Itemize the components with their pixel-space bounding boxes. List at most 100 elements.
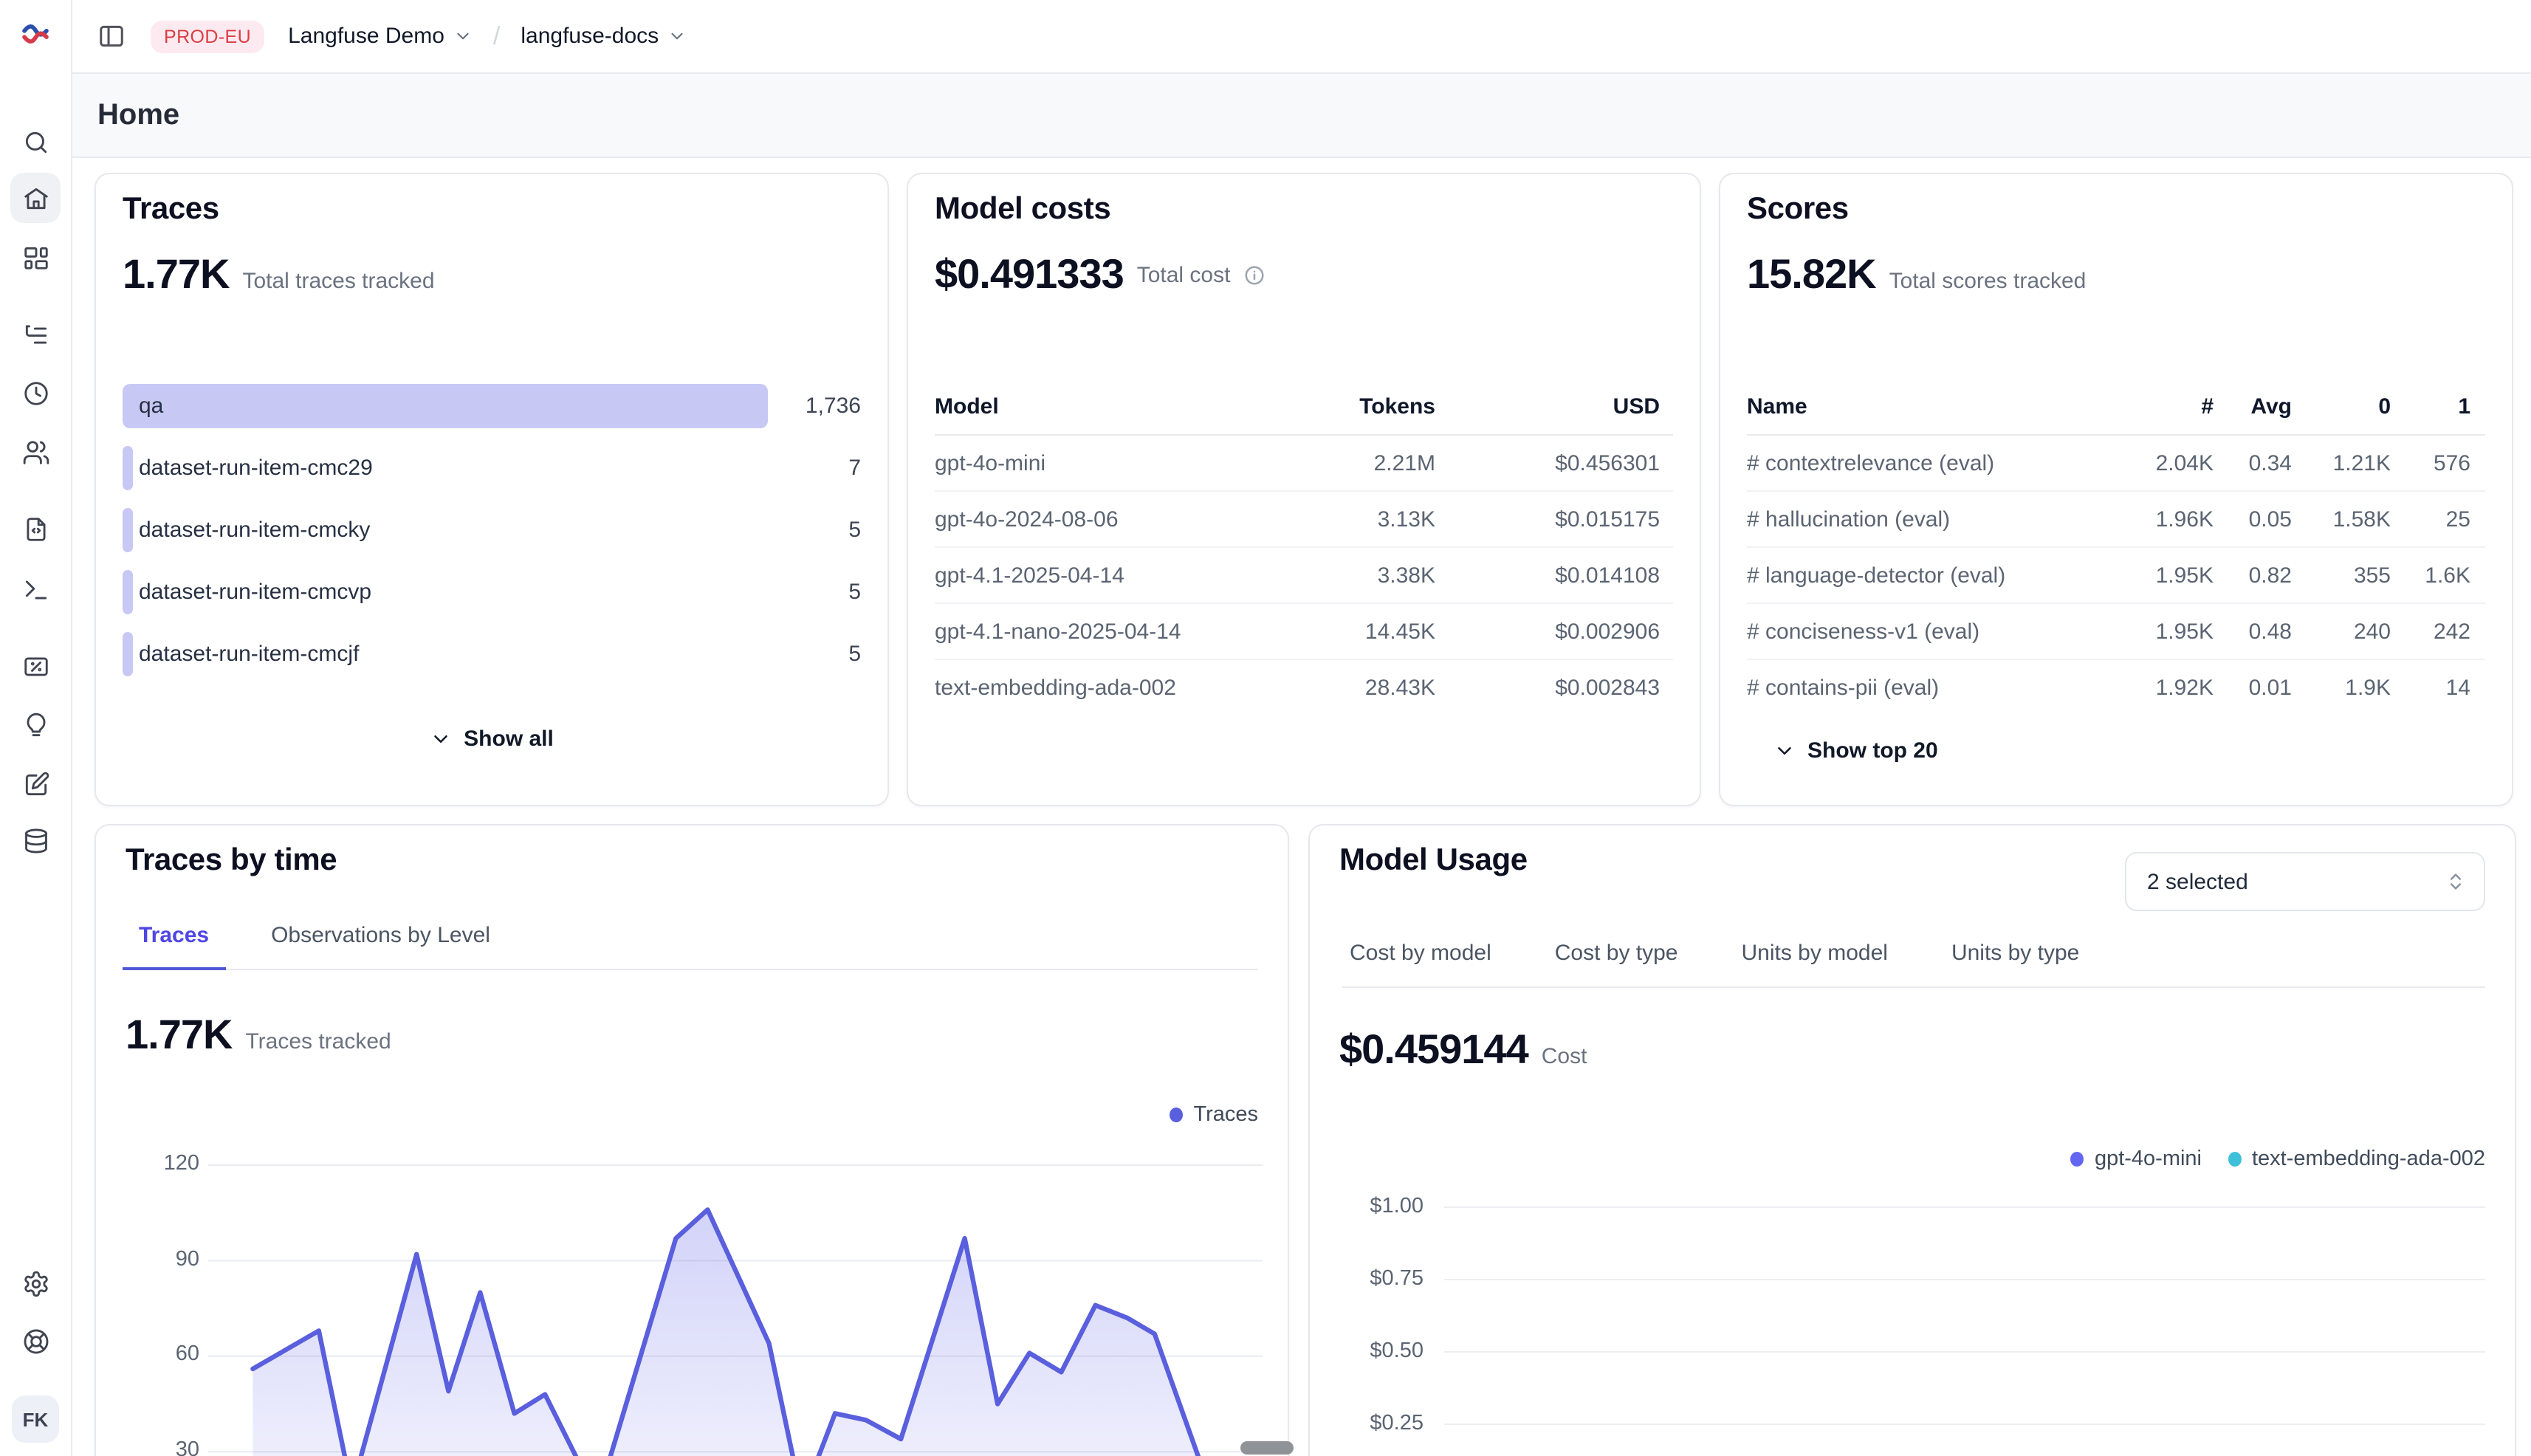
- model-name: gpt-4.1-2025-04-14: [935, 563, 1124, 588]
- trace-count: 5: [848, 518, 861, 543]
- chevron-down-icon: [430, 728, 452, 750]
- prompts-file-code-icon[interactable]: [10, 504, 61, 554]
- chevrons-up-down-icon: [2445, 871, 2466, 892]
- chevron-down-icon[interactable]: [667, 27, 687, 46]
- traces-tracked-label: Traces tracked: [245, 1029, 391, 1054]
- model-tokens: 3.13K: [1378, 506, 1435, 532]
- model-name: text-embedding-ada-002: [935, 675, 1176, 700]
- model-cost-row: text-embedding-ada-002 28.43K $0.002843: [935, 660, 1673, 715]
- y-axis-tick: $1.00: [1335, 1195, 1424, 1221]
- model-usd: $0.014108: [1555, 563, 1660, 588]
- total-cost-label: Total cost: [1137, 262, 1231, 287]
- y-axis-tick: $0.50: [1335, 1339, 1424, 1366]
- legend-item: gpt-4o-mini: [2071, 1147, 2202, 1171]
- gridline: [1444, 1206, 2485, 1208]
- model-tokens: 3.38K: [1378, 563, 1435, 588]
- sidebar-toggle-icon[interactable]: [97, 22, 126, 50]
- usage-cost-label: Cost: [1542, 1044, 1587, 1069]
- tab-cost-by-model[interactable]: Cost by model: [1342, 941, 1499, 988]
- model-name: gpt-4o-mini: [935, 450, 1045, 475]
- tab-units-by-type[interactable]: Units by type: [1944, 941, 2087, 988]
- model-cost-row: gpt-4.1-nano-2025-04-14 14.45K $0.002906: [935, 604, 1673, 660]
- trace-bar: [123, 632, 132, 676]
- y-axis-tick: $0.25: [1335, 1412, 1424, 1438]
- datasets-database-icon[interactable]: [10, 815, 61, 865]
- users-icon[interactable]: [10, 427, 61, 477]
- model-name: gpt-4o-2024-08-06: [935, 506, 1119, 532]
- score-name: # contains-pii (eval): [1747, 675, 1939, 700]
- environment-badge[interactable]: PROD-EU: [151, 20, 264, 52]
- top-navigation-bar: PROD-EU Langfuse Demo / langfuse-docs: [71, 0, 2531, 74]
- chart-legend: gpt-4o-mini text-embedding-ada-002: [2071, 1147, 2485, 1171]
- model-usd: $0.002906: [1555, 619, 1660, 644]
- chevron-down-icon[interactable]: [453, 27, 473, 46]
- trace-name: dataset-run-item-cmcjf: [139, 642, 359, 667]
- gridline: [1444, 1351, 2485, 1353]
- lightbulb-icon[interactable]: [10, 700, 61, 750]
- tracing-tree-icon[interactable]: [10, 309, 61, 359]
- traces-tracked-value: 1.77K: [126, 1012, 232, 1059]
- evaluation-percent-icon[interactable]: [10, 641, 61, 691]
- gridline: [1444, 1279, 2485, 1280]
- horizontal-scrollbar-thumb[interactable]: [1240, 1441, 1294, 1455]
- tab-cost-by-type[interactable]: Cost by type: [1548, 941, 1686, 988]
- trace-bar-row: dataset-run-item-cmcjf 5: [123, 633, 861, 675]
- search-icon[interactable]: [10, 117, 61, 167]
- info-icon[interactable]: [1243, 264, 1266, 286]
- sessions-clock-icon[interactable]: [10, 368, 61, 418]
- traces-bar-list: qa 1,736 dataset-run-item-cmc29 7 datase…: [123, 385, 861, 696]
- sidebar: FK: [0, 0, 72, 1456]
- total-cost-value: $0.491333: [935, 251, 1124, 298]
- column-header: Avg: [2250, 394, 2292, 419]
- traces-total-value: 1.77K: [123, 251, 229, 298]
- annotation-pen-icon[interactable]: [10, 759, 61, 809]
- trace-count: 5: [848, 642, 861, 667]
- y-axis-tick: $0.75: [1335, 1267, 1424, 1294]
- langfuse-home-page: FK PROD-EU Langfuse Demo / langfuse-docs…: [0, 0, 2531, 1456]
- trace-name: qa: [139, 394, 163, 419]
- score-name: # hallucination (eval): [1747, 506, 1950, 532]
- trace-bar: [123, 446, 132, 490]
- model-costs-card: Model costs $0.491333 Total cost Model T…: [907, 173, 1701, 806]
- gridline: [1444, 1424, 2485, 1425]
- score-name: # contextrelevance (eval): [1747, 450, 1994, 475]
- dashboards-icon[interactable]: [10, 232, 61, 282]
- score-row: # contains-pii (eval) 1.92K 0.01 1.9K 14: [1747, 660, 2485, 715]
- breadcrumb-project[interactable]: langfuse-docs: [521, 24, 659, 49]
- page-header: Home: [71, 74, 2531, 158]
- card-title: Traces: [123, 192, 219, 227]
- tab-traces[interactable]: Traces: [123, 923, 225, 970]
- model-usd: $0.456301: [1555, 450, 1660, 475]
- support-lifebuoy-icon[interactable]: [10, 1316, 61, 1366]
- playground-terminal-icon[interactable]: [10, 564, 61, 614]
- model-name: gpt-4.1-nano-2025-04-14: [935, 619, 1181, 644]
- legend-item: text-embedding-ada-002: [2228, 1147, 2485, 1171]
- tab-units-by-model[interactable]: Units by model: [1734, 941, 1895, 988]
- trace-bar: [123, 570, 132, 614]
- trace-count: 7: [848, 456, 861, 481]
- model-usd: $0.002843: [1555, 675, 1660, 700]
- traces-total-label: Total traces tracked: [242, 269, 434, 294]
- user-avatar[interactable]: FK: [12, 1395, 59, 1443]
- score-row: # conciseness-v1 (eval) 1.95K 0.48 240 2…: [1747, 604, 2485, 660]
- traces-card: Traces 1.77K Total traces tracked qa 1,7…: [95, 173, 889, 806]
- show-top-20-button[interactable]: Show top 20: [1773, 738, 1938, 763]
- tab-observations-by-level[interactable]: Observations by Level: [255, 923, 506, 970]
- score-name: # conciseness-v1 (eval): [1747, 619, 1979, 644]
- chart-area-fill: [253, 1209, 1219, 1456]
- page-title: Home: [97, 98, 179, 132]
- breadcrumb-organization[interactable]: Langfuse Demo: [288, 24, 444, 49]
- breadcrumb-separator: /: [493, 21, 500, 51]
- show-all-button[interactable]: Show all: [96, 727, 887, 752]
- legend-dot: [1170, 1108, 1183, 1122]
- trace-name: dataset-run-item-cmcvp: [139, 580, 371, 605]
- model-cost-row: gpt-4o-mini 2.21M $0.456301: [935, 436, 1673, 492]
- langfuse-logo[interactable]: [21, 19, 50, 49]
- home-icon[interactable]: [10, 173, 61, 223]
- model-select-value: 2 selected: [2147, 869, 2445, 894]
- model-select-dropdown[interactable]: 2 selected: [2125, 852, 2485, 911]
- card-title: Scores: [1747, 192, 1849, 227]
- score-row: # contextrelevance (eval) 2.04K 0.34 1.2…: [1747, 436, 2485, 492]
- model-cost-row: gpt-4o-2024-08-06 3.13K $0.015175: [935, 492, 1673, 548]
- settings-gear-icon[interactable]: [10, 1258, 61, 1308]
